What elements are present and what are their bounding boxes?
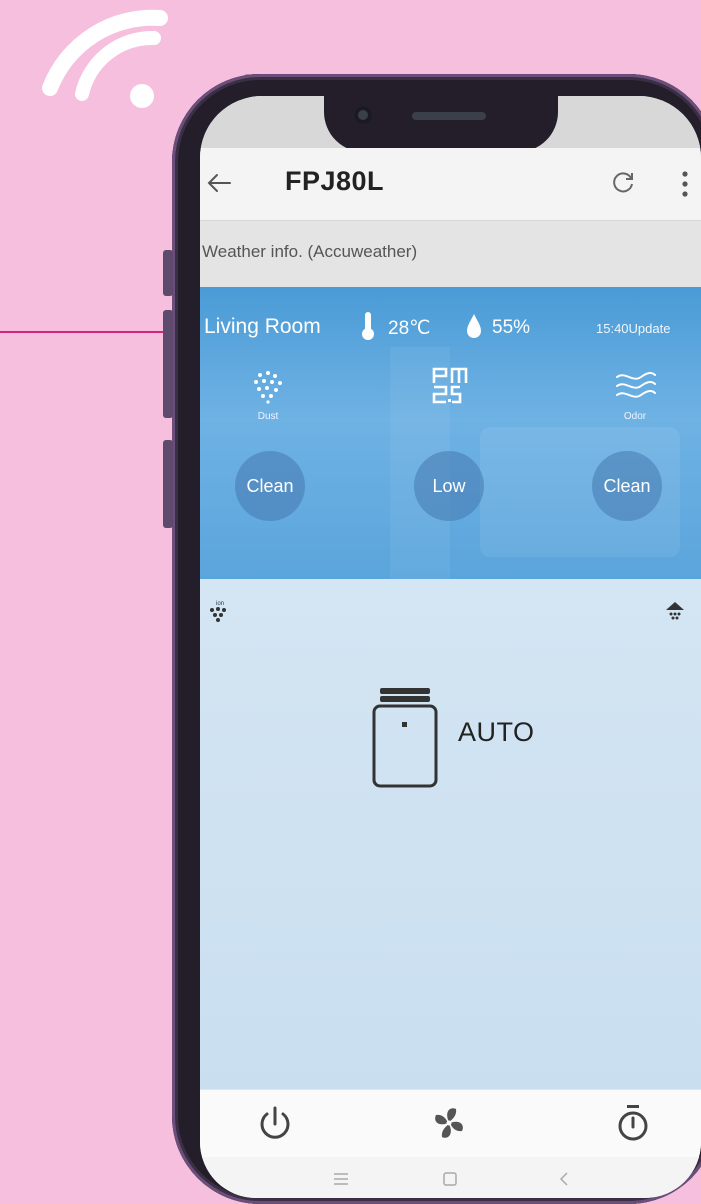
room-info-row: Living Room 28℃ 55% 15:40Update	[204, 311, 701, 345]
odor-sensor: Odor	[595, 367, 675, 427]
mode-area: ion AUTO	[200, 579, 701, 1089]
timer-icon[interactable]	[610, 1100, 656, 1146]
control-bar	[200, 1089, 701, 1158]
more-vertical-icon[interactable]	[680, 170, 690, 200]
purifier-icon	[372, 688, 438, 788]
humidity-drop-icon	[467, 314, 481, 338]
volume-down-button	[163, 440, 173, 528]
mode-label: AUTO	[458, 717, 535, 747]
pm25-sensor	[410, 367, 490, 427]
thermometer-icon	[362, 312, 374, 340]
app-bar: FPJ80L	[200, 148, 701, 221]
weather-source-label: Weather info. (Accuweather)	[202, 242, 418, 261]
pointer-line	[0, 331, 172, 333]
home-icon[interactable]	[436, 1165, 464, 1193]
wifi-icon	[42, 9, 168, 108]
power-icon[interactable]	[252, 1100, 298, 1146]
dust-level-badge: Clean	[235, 451, 305, 521]
pm25-level-badge: Low	[414, 451, 484, 521]
odor-icon	[616, 372, 656, 398]
weather-info-bar[interactable]: Weather info. (Accuweather)	[200, 221, 701, 287]
page-title: FPJ80L	[285, 166, 385, 196]
room-name: Living Room	[204, 315, 321, 338]
notch	[324, 96, 558, 152]
system-nav-bar	[200, 1157, 701, 1198]
odor-caption: Odor	[623, 411, 647, 422]
refresh-icon[interactable]	[610, 170, 636, 196]
update-time: 15:40Update	[596, 321, 671, 336]
back-icon[interactable]	[550, 1165, 578, 1193]
humidity-value: 55%	[492, 317, 531, 338]
speaker-grille	[412, 112, 486, 120]
air-quality-panel: Living Room 28℃ 55% 15:40Update Dust Odo…	[200, 287, 701, 579]
pm25-icon	[432, 367, 468, 404]
odor-level-badge: Clean	[592, 451, 662, 521]
dust-caption: Dust	[257, 411, 279, 422]
side-button	[163, 250, 173, 296]
phone-screen: FPJ80L Weather info. (Accuweather) Livin…	[200, 96, 701, 1198]
ion-icon: ion	[210, 601, 226, 622]
dust-icon	[254, 371, 282, 404]
dust-sensor: Dust	[228, 367, 308, 427]
arrow-left-icon[interactable]	[204, 168, 234, 198]
volume-up-button	[163, 310, 173, 418]
svg-text:ion: ion	[216, 601, 224, 607]
menu-icon[interactable]	[327, 1165, 355, 1193]
fan-icon[interactable]	[426, 1100, 472, 1146]
airflow-icon[interactable]	[664, 599, 686, 621]
camera-icon	[354, 106, 372, 124]
temperature-value: 28℃	[388, 318, 431, 339]
